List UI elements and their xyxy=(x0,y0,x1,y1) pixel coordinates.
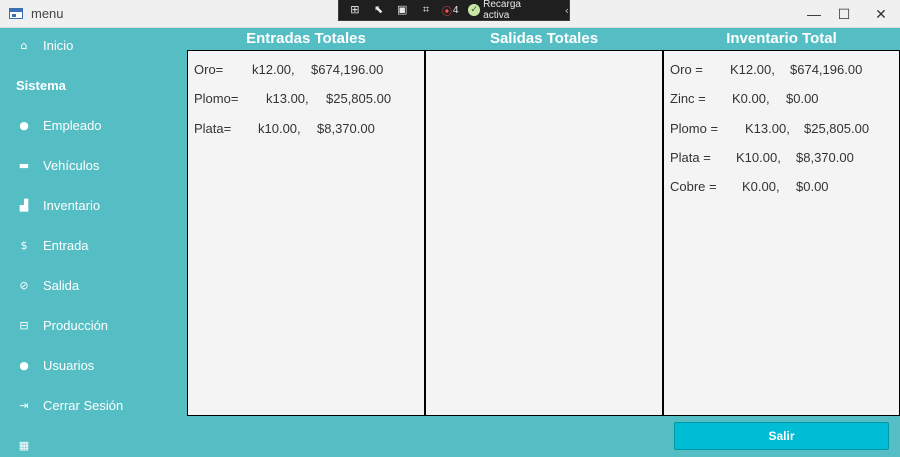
live-visual-tree-icon[interactable]: ⊞ xyxy=(347,3,363,17)
select-element-icon[interactable]: ⬉ xyxy=(371,3,387,17)
sidebar-item-inicio[interactable]: ⌂ Inicio xyxy=(0,32,186,58)
track-focus-icon[interactable]: ⌗ xyxy=(418,3,434,17)
hot-reload-label: Recarga activa xyxy=(483,0,521,21)
binding-failures-indicator[interactable]: ⦿ 4 xyxy=(442,3,459,18)
person-icon: ● xyxy=(19,358,29,372)
material-qty: k12.00, xyxy=(252,62,295,77)
check-circle-icon: ✓ xyxy=(468,4,481,16)
material-value: $8,370.00 xyxy=(796,150,854,165)
sidebar-item-label: Empleado xyxy=(43,117,102,133)
sidebar-section-title: Sistema xyxy=(16,78,66,93)
sidebar-item-label: Cerrar Sesión xyxy=(43,397,124,413)
material-qty: K13.00, xyxy=(745,121,790,136)
binding-failures-count: 4 xyxy=(452,4,459,16)
material-name: Plomo= xyxy=(194,91,239,106)
salidas-panel xyxy=(425,50,663,416)
material-name: Plomo = xyxy=(670,121,719,136)
sidebar-item-vehiculos[interactable]: ▬ Vehículos xyxy=(0,152,186,178)
material-qty: K0.00, xyxy=(732,91,770,106)
sidebar-item-usuarios[interactable]: ● Usuarios xyxy=(0,352,186,378)
sidebar-item-cerrar-sesion[interactable]: ⇥ Cerrar Sesión xyxy=(0,392,186,418)
material-name: Zinc = xyxy=(670,91,706,106)
material-value: $8,370.00 xyxy=(317,121,375,136)
material-name: Cobre = xyxy=(670,179,717,194)
debug-toolbar: ⊞ ⬉ ▣ ⌗ ⦿ 4 ✓ Recarga activa ‹ xyxy=(338,0,570,21)
entradas-header: Entradas Totales xyxy=(246,30,366,47)
sidebar-item-salida[interactable]: ⊘ Salida xyxy=(0,272,186,298)
material-value: $674,196.00 xyxy=(311,62,384,77)
material-name: Oro= xyxy=(194,62,224,77)
sidebar-item-label: Inicio xyxy=(43,37,74,53)
sidebar-item-label: Salida xyxy=(43,277,80,293)
collapse-toolbar-icon[interactable]: ‹ xyxy=(565,4,569,17)
salir-button[interactable]: Salir xyxy=(674,422,889,450)
material-name: Plata= xyxy=(194,121,232,136)
inventory-icon: ▟ xyxy=(19,198,29,212)
factory-icon: ⊟ xyxy=(19,318,29,332)
home-icon: ⌂ xyxy=(20,38,28,52)
material-qty: k13.00, xyxy=(266,91,309,106)
sidebar-item-label: Usuarios xyxy=(43,357,95,373)
inventario-panel: Oro = K12.00, $674,196.00 Zinc = K0.00, … xyxy=(663,50,900,416)
display-layout-adorners-icon[interactable]: ▣ xyxy=(394,3,410,17)
sidebar-item-produccion[interactable]: ⊟ Producción xyxy=(0,312,186,338)
calendar-icon: ▦ xyxy=(18,438,30,452)
material-qty: K0.00, xyxy=(742,179,780,194)
dollar-icon: $ xyxy=(20,238,28,252)
sidebar: ⌂ Inicio Sistema ● Empleado ▬ Vehículos … xyxy=(0,28,186,457)
sidebar-item-calendario[interactable]: ▦ xyxy=(0,432,186,457)
sidebar-item-entrada[interactable]: $ Entrada xyxy=(0,232,186,258)
close-button[interactable]: ✕ xyxy=(864,0,898,28)
sidebar-item-label: Entrada xyxy=(43,237,89,253)
material-qty: K12.00, xyxy=(730,62,775,77)
binding-failures-icon: ⦿ xyxy=(441,6,452,18)
material-value: $0.00 xyxy=(786,91,819,106)
truck-icon: ▬ xyxy=(18,158,30,172)
money-off-icon: ⊘ xyxy=(19,278,29,292)
material-value: $0.00 xyxy=(796,179,829,194)
material-value: $25,805.00 xyxy=(326,91,392,106)
app-window-icon xyxy=(9,8,23,19)
entradas-panel: Oro= k12.00, $674,196.00 Plomo= k13.00, … xyxy=(187,50,425,416)
sidebar-item-label: Inventario xyxy=(43,197,101,213)
material-value: $674,196.00 xyxy=(790,62,863,77)
inventario-header: Inventario Total xyxy=(726,30,837,47)
material-qty: k10.00, xyxy=(258,121,301,136)
material-name: Oro = xyxy=(670,62,703,77)
material-qty: K10.00, xyxy=(736,150,781,165)
material-name: Plata = xyxy=(670,150,711,165)
sidebar-item-empleado[interactable]: ● Empleado xyxy=(0,112,186,138)
maximize-button[interactable]: ☐ xyxy=(827,0,861,28)
window-title: menu xyxy=(31,6,64,21)
hot-reload-status[interactable]: ✓ Recarga activa xyxy=(468,0,548,21)
material-value: $25,805.00 xyxy=(804,121,870,136)
minimize-button[interactable]: — xyxy=(797,0,831,28)
sidebar-item-inventario[interactable]: ▟ Inventario xyxy=(0,192,186,218)
sidebar-item-label: Producción xyxy=(43,317,109,333)
sidebar-item-label: Vehículos xyxy=(43,157,100,173)
salidas-header: Salidas Totales xyxy=(489,30,599,47)
logout-icon: ⇥ xyxy=(19,398,29,412)
person-icon: ● xyxy=(19,118,29,132)
